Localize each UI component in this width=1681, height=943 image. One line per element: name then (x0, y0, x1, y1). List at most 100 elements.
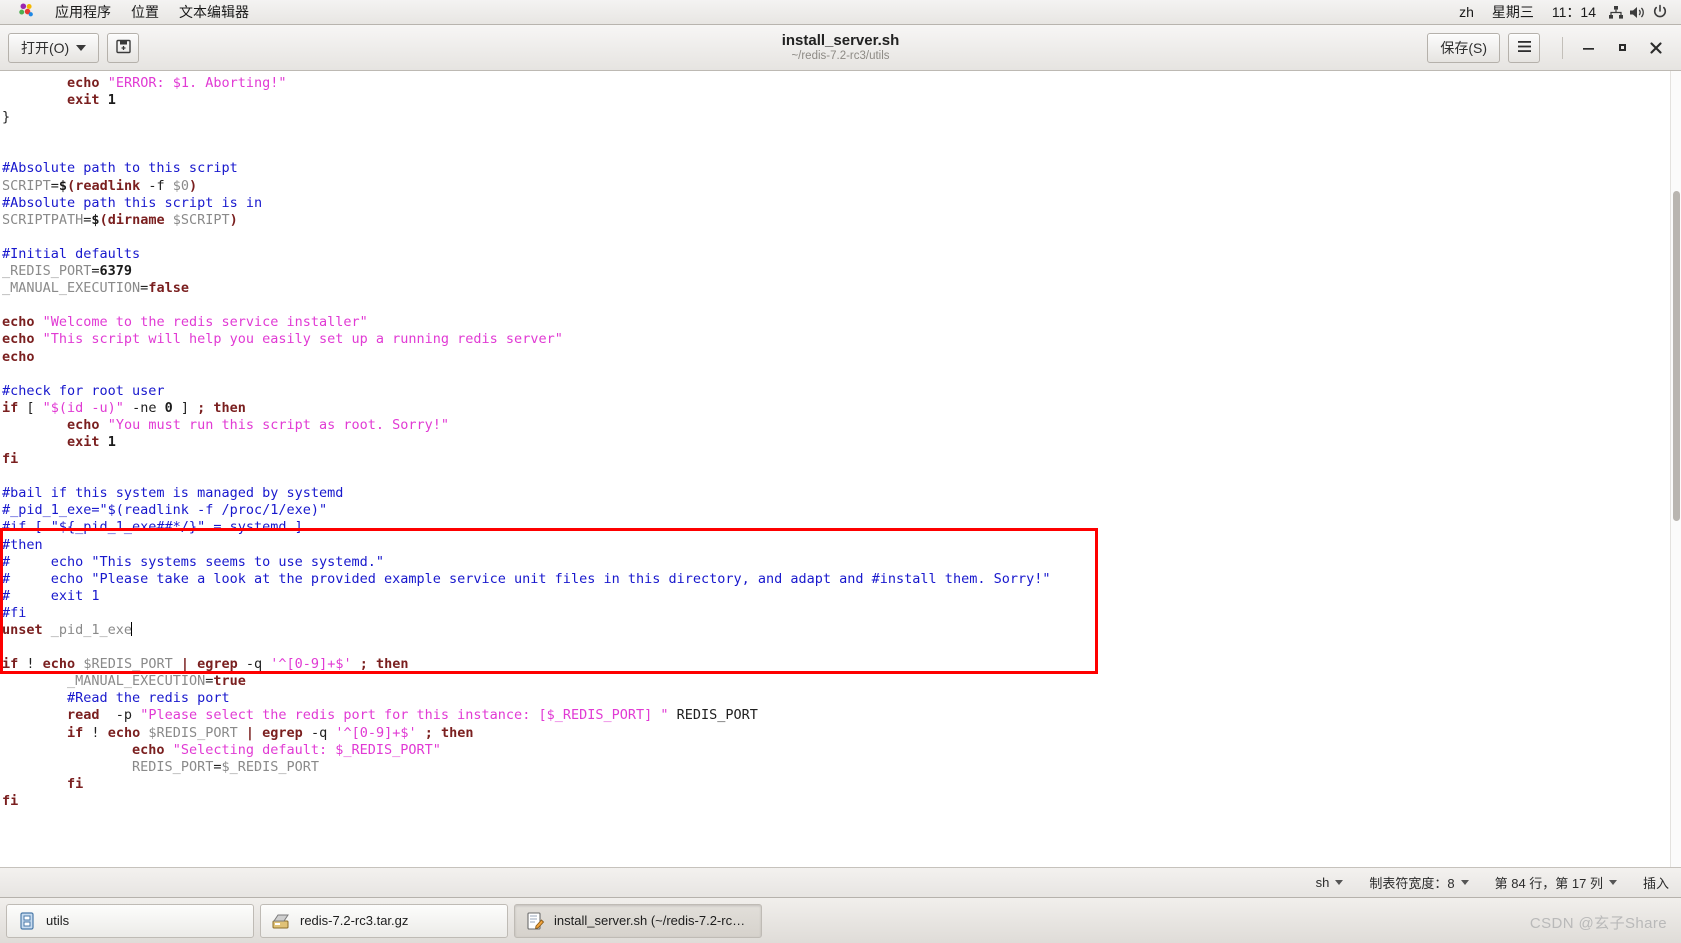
code-token: '^[0-9]+$' (270, 656, 352, 673)
code-token: then (213, 399, 246, 416)
code-line: SCRIPTPATH=$(dirname $SCRIPT) (0, 212, 1050, 229)
gnome-foot-icon[interactable] (8, 0, 45, 25)
scrollbar-thumb[interactable] (1673, 191, 1680, 521)
taskbar-item-archive[interactable]: redis-7.2-rc3.tar.gz (260, 903, 508, 938)
code-token: read (67, 707, 100, 724)
cursor-position-selector[interactable]: 第 84 行，第 17 列 (1495, 873, 1617, 892)
taskbar-item-label: redis-7.2-rc3.tar.gz (300, 913, 409, 928)
code-token: SCRIPTPATH (2, 211, 84, 228)
editor-vertical-scrollbar[interactable] (1670, 71, 1681, 867)
code-token: echo (2, 314, 35, 331)
code-token: -q (237, 656, 271, 673)
volume-icon[interactable] (1627, 3, 1649, 21)
code-token: REDIS_PORT (668, 707, 758, 724)
clock-time[interactable]: 11：14 (1543, 1, 1605, 23)
minimize-button[interactable] (1571, 33, 1605, 63)
code-token: true (213, 673, 246, 690)
headerbar-right-group: 保存(S) (1427, 32, 1673, 63)
code-line: #Initial defaults (0, 246, 1050, 263)
code-token: egrep (197, 656, 238, 673)
panel-menu-text-editor[interactable]: 文本编辑器 (169, 1, 259, 23)
app-menu-button[interactable] (1508, 32, 1540, 63)
code-token: $ (58, 177, 68, 194)
code-token: #_pid_1_exe="$(readlink -f /proc/1/exe)" (2, 502, 328, 519)
code-line: echo "ERROR: $1. Aborting!" (0, 75, 1050, 92)
language-selector[interactable]: sh (1316, 875, 1344, 890)
taskbar-item-text-editor[interactable]: install_server.sh (~/redis-7.2-rc3/ut··· (514, 903, 762, 938)
code-token: _REDIS_PORT (2, 263, 92, 280)
chevron-down-icon (1460, 880, 1469, 885)
code-line: #Absolute path this script is in (0, 195, 1050, 212)
editor-area[interactable]: echo "ERROR: $1. Aborting!" exit 1} #Abs… (0, 71, 1681, 867)
archive-icon (271, 911, 291, 931)
code-token: echo (42, 656, 76, 673)
code-token: = (91, 263, 100, 280)
open-button[interactable]: 打开(O) (8, 32, 100, 63)
code-line: #if [ "${_pid_1_exe##*/}" = systemd ] (0, 519, 1050, 536)
code-line: exit 1 (0, 434, 1050, 451)
panel-menu-applications[interactable]: 应用程序 (45, 1, 121, 23)
code-token: egrep (262, 724, 303, 741)
code-line: #bail if this system is managed by syste… (0, 485, 1050, 502)
headerbar-left-group: 打开(O) (8, 32, 140, 63)
code-line: _MANUAL_EXECUTION=true (0, 673, 1050, 690)
code-token: #bail if this system is managed by syste… (2, 485, 344, 502)
panel-menu-places[interactable]: 位置 (121, 1, 169, 23)
code-token: ; (359, 656, 368, 673)
save-as-button[interactable] (107, 32, 140, 63)
code-token: -p (99, 707, 141, 724)
code-token: # echo "This systems seems to use system… (2, 553, 385, 570)
save-button[interactable]: 保存(S) (1427, 32, 1500, 63)
code-token: fi (2, 451, 19, 468)
desktop-top-panel: 应用程序 位置 文本编辑器 zh 星期三 11：14 (0, 0, 1681, 25)
code-token: echo (67, 416, 100, 433)
taskbar-item-utils[interactable]: utils (6, 903, 254, 938)
gedit-window: 打开(O) install_server.sh ~/redis-7.2-rc3/… (0, 25, 1681, 897)
source-code-view[interactable]: echo "ERROR: $1. Aborting!" exit 1} #Abs… (0, 71, 1050, 810)
code-token: -f (140, 177, 173, 194)
clock-weekday[interactable]: 星期三 (1483, 1, 1543, 23)
code-line: read -p "Please select the redis port fo… (0, 707, 1050, 724)
power-icon[interactable] (1649, 3, 1671, 21)
code-token: 1 (107, 92, 116, 109)
tab-width-selector[interactable]: 制表符宽度：8 (1369, 873, 1469, 892)
close-button[interactable] (1639, 33, 1673, 63)
input-method-indicator[interactable]: zh (1450, 1, 1483, 23)
code-line: if ! echo $REDIS_PORT | egrep -q '^[0-9]… (0, 656, 1050, 673)
code-token: $SCRIPT (172, 211, 230, 228)
code-token: echo (2, 331, 35, 348)
network-icon[interactable] (1605, 3, 1627, 21)
page-title: install_server.sh (781, 32, 900, 49)
window-controls-separator (1562, 36, 1563, 59)
code-line: fi (0, 776, 1050, 793)
chevron-down-icon (1608, 880, 1617, 885)
code-token: "ERROR: $1. Aborting!" (107, 75, 287, 91)
watermark: CSDN @玄子Share (1529, 915, 1667, 932)
code-token: #if [ "${_pid_1_exe##*/}" = systemd ] (2, 519, 303, 536)
cursor-position-label: 第 84 行，第 17 列 (1494, 876, 1603, 891)
code-token: ] (172, 399, 198, 416)
code-token: echo (132, 741, 165, 758)
folder-icon (17, 911, 37, 931)
code-token: 6379 (99, 263, 133, 280)
code-line: # exit 1 (0, 588, 1050, 605)
code-token: # exit 1 (2, 587, 100, 604)
maximize-button[interactable] (1605, 33, 1639, 63)
code-token: $REDIS_PORT (83, 656, 173, 673)
text-editor-icon (525, 911, 545, 931)
code-line: SCRIPT=$(readlink -f $0) (0, 178, 1050, 195)
code-line: #check for root user (0, 383, 1050, 400)
